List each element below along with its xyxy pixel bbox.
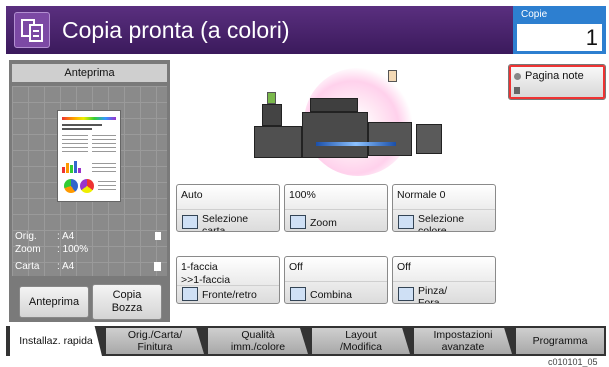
copies-box[interactable]: Copie 1 xyxy=(513,6,606,54)
copies-label: Copie xyxy=(521,9,548,20)
paper-selection-button[interactable]: Auto Selezione carta xyxy=(176,184,280,232)
info-paper: Carta : A4 xyxy=(15,260,165,273)
pad-note-button[interactable]: Pagina note xyxy=(508,64,606,100)
zoom-button[interactable]: 100% Zoom xyxy=(284,184,388,232)
preview-button[interactable]: Anteprima xyxy=(19,286,89,318)
draft-copy-label: Copia Bozza xyxy=(111,289,143,314)
combine-button[interactable]: Off Combina xyxy=(284,256,388,304)
staple-punch-button[interactable]: Off Pinza/ Fora xyxy=(392,256,496,304)
color-selection-button[interactable]: Normale 0 Selezione colore xyxy=(392,184,496,232)
tab-advanced-setup[interactable]: Impostazioni avanzate xyxy=(414,328,512,354)
original-document-icon xyxy=(388,70,397,82)
tab-bar: Installaz. rapida Orig./Carta/ Finitura … xyxy=(6,326,606,356)
combine-icon xyxy=(290,287,306,301)
output-tray-icon xyxy=(267,92,276,104)
tab-original-paper-finishing[interactable]: Orig./Carta/ Finitura xyxy=(106,328,204,354)
tab-program[interactable]: Programma xyxy=(516,328,604,354)
document-small-icon xyxy=(514,87,520,94)
indicator-dot-icon xyxy=(514,73,521,80)
info-zoom: Zoom : 100% xyxy=(15,244,89,255)
document-thumbnail xyxy=(57,110,121,202)
portrait-orientation-icon xyxy=(155,232,161,240)
preview-title: Anteprima xyxy=(12,64,167,82)
tab-layout-edit[interactable]: Layout /Modifica xyxy=(312,328,410,354)
duplex-button[interactable]: 1-faccia >>1-faccia Fronte/retro xyxy=(176,256,280,304)
zoom-icon xyxy=(290,215,306,229)
draft-copy-button[interactable]: Copia Bozza xyxy=(92,284,162,320)
color-select-icon xyxy=(398,215,414,229)
page-title: Copia pronta (a colori) xyxy=(62,16,290,43)
copy-icon xyxy=(14,12,50,48)
machine-illustration xyxy=(176,60,496,180)
tab-quick-setup[interactable]: Installaz. rapida xyxy=(10,326,102,356)
tab-image-quality[interactable]: Qualità imm./colore xyxy=(208,328,308,354)
staple-icon xyxy=(398,287,414,301)
copies-value[interactable]: 1 xyxy=(517,24,602,51)
figure-code: c010101_05 xyxy=(548,357,598,367)
printer-icon xyxy=(302,112,368,158)
paper-icon xyxy=(154,262,161,271)
header-bar: Copia pronta (a colori) xyxy=(6,6,553,54)
preview-panel: Anteprima Orig. : A4 Zoom: 100% Carta:… xyxy=(9,60,170,322)
duplex-icon xyxy=(182,287,198,301)
paper-tray-icon xyxy=(182,215,198,229)
scanner-icon xyxy=(310,98,358,112)
info-original: Orig. : A4 xyxy=(15,230,165,243)
